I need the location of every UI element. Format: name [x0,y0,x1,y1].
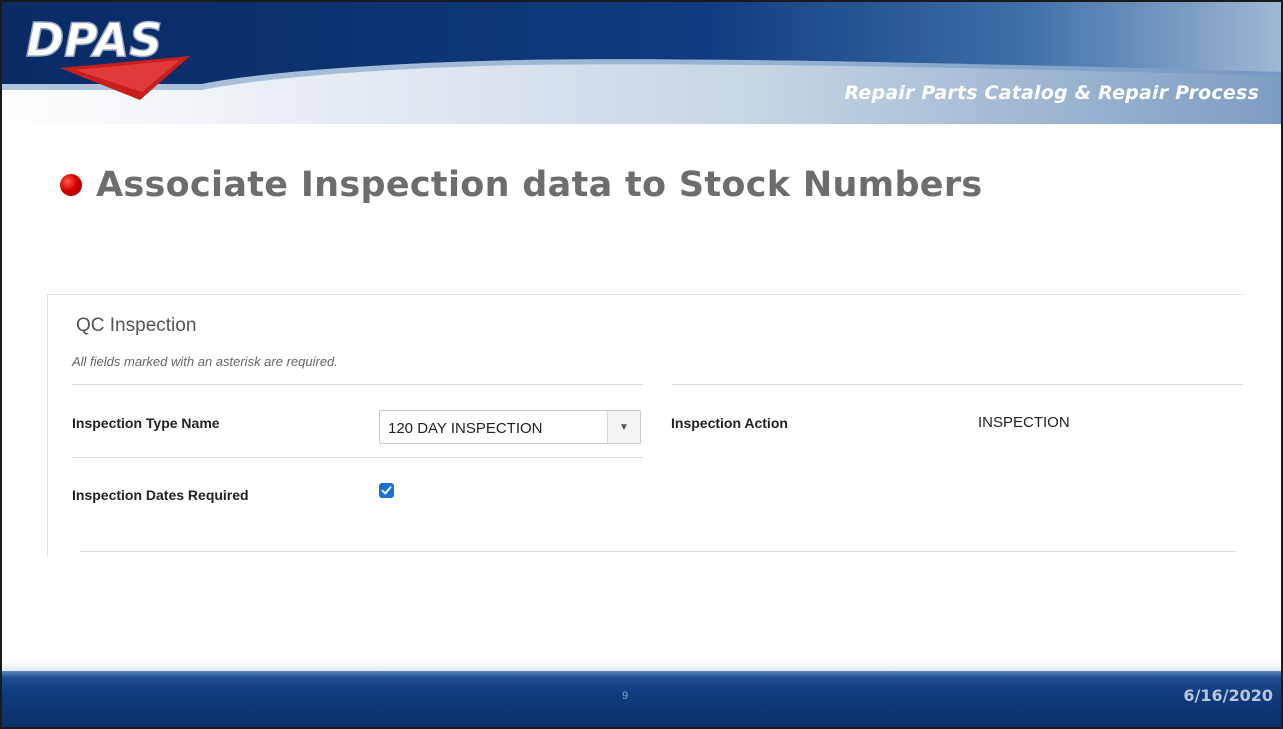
red-bullet-icon [60,174,82,196]
checkmark-icon [381,486,392,495]
slide-headline: Associate Inspection data to Stock Numbe… [60,165,983,205]
divider-left [72,384,643,385]
headline-text: Associate Inspection data to Stock Numbe… [96,165,983,205]
footer-date: 6/16/2020 [1183,686,1273,705]
slide: DPAS Repair Parts Catalog & Repair Proce… [0,0,1283,729]
required-fields-note: All fields marked with an asterisk are r… [72,354,338,369]
inspection-action-value: INSPECTION [978,414,1070,431]
divider-bottom [80,551,1236,552]
inspection-type-label: Inspection Type Name [72,415,220,431]
dpas-logo: DPAS [25,12,190,100]
footer-bar: 9 6/16/2020 [2,671,1281,727]
inspection-action-label: Inspection Action [671,415,788,431]
triangle-down-icon[interactable]: ▼ [607,411,640,443]
inspection-type-select[interactable]: 120 DAY INSPECTION ▼ [379,410,641,444]
header-subtitle: Repair Parts Catalog & Repair Process [844,82,1259,104]
divider-type-row [72,457,643,458]
inspection-dates-required-checkbox[interactable] [379,483,394,498]
page-number: 9 [622,690,629,702]
logo-text: DPAS [26,13,162,67]
inspection-dates-required-label: Inspection Dates Required [72,487,249,503]
qc-inspection-panel: QC Inspection All fields marked with an … [47,294,1243,557]
divider-right [672,384,1243,385]
panel-title: QC Inspection [76,315,197,336]
inspection-type-value: 120 DAY INSPECTION [388,420,543,437]
